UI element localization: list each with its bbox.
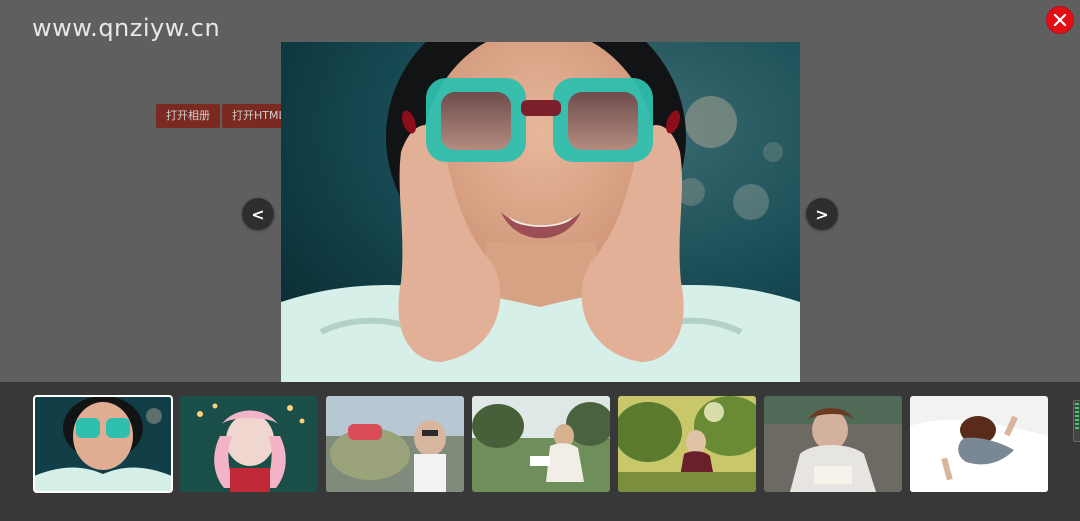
thumbnail-7[interactable] bbox=[910, 396, 1048, 492]
thumbnail-2-art bbox=[180, 396, 318, 492]
prev-button-label: < bbox=[251, 204, 265, 224]
scroll-handle-tick bbox=[1075, 419, 1079, 421]
close-icon bbox=[1053, 13, 1067, 27]
thumbnail-3-art bbox=[326, 396, 464, 492]
thumbnail-2[interactable] bbox=[180, 396, 318, 492]
scroll-handle-tick bbox=[1075, 407, 1079, 409]
page-button-group: 打开相册 打开HTML bbox=[156, 104, 295, 128]
thumbnail-6[interactable] bbox=[764, 396, 902, 492]
thumbnail-1-art bbox=[34, 396, 172, 492]
thumbnail-6-art bbox=[764, 396, 902, 492]
scroll-handle-tick bbox=[1075, 411, 1079, 413]
open-album-button[interactable]: 打开相册 bbox=[156, 104, 220, 128]
thumbnail-4-art bbox=[472, 396, 610, 492]
next-button-label: > bbox=[815, 204, 829, 224]
thumbnail-strip-scroll-handle[interactable] bbox=[1073, 400, 1080, 442]
thumbnail-strip bbox=[0, 382, 1080, 521]
thumbnail-1[interactable] bbox=[33, 395, 173, 493]
site-watermark: www.qnziyw.cn bbox=[32, 14, 221, 42]
next-button[interactable]: > bbox=[806, 198, 838, 230]
thumbnail-5[interactable] bbox=[618, 396, 756, 492]
lightbox-stage: www.qnziyw.cn 打开相册 打开HTML < > bbox=[0, 0, 1080, 521]
main-photo bbox=[281, 42, 800, 388]
main-photo-art bbox=[281, 42, 800, 388]
scroll-handle-tick bbox=[1075, 403, 1079, 405]
close-button[interactable] bbox=[1046, 6, 1074, 34]
thumbnail-5-art bbox=[618, 396, 756, 492]
prev-button[interactable]: < bbox=[242, 198, 274, 230]
scroll-handle-tick bbox=[1075, 423, 1079, 425]
thumbnail-7-art bbox=[910, 396, 1048, 492]
thumbnail-3[interactable] bbox=[326, 396, 464, 492]
thumbnail-list bbox=[33, 395, 1048, 493]
scroll-handle-tick bbox=[1075, 415, 1079, 417]
thumbnail-4[interactable] bbox=[472, 396, 610, 492]
scroll-handle-tick bbox=[1075, 427, 1079, 429]
